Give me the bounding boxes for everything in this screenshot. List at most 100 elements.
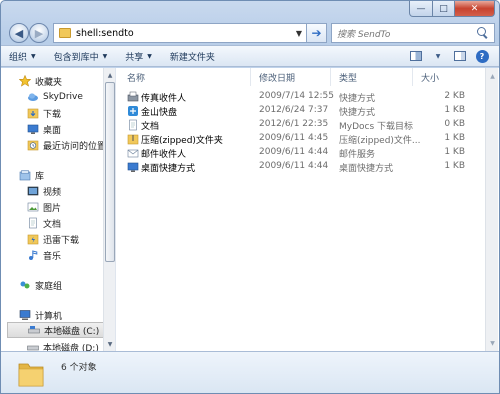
file-row[interactable]: 文档 2012/6/1 22:35 MyDocs 下载目标 0 KB xyxy=(119,118,481,132)
scroll-down-icon[interactable]: ▼ xyxy=(486,337,499,349)
file-row[interactable]: 金山快盘 2012/6/24 7:37 快捷方式 1 KB xyxy=(119,104,481,118)
file-date: 2009/7/14 12:55 xyxy=(259,91,334,101)
file-row[interactable]: 传真收件人 2009/7/14 12:55 快捷方式 2 KB xyxy=(119,90,481,104)
organize-menu[interactable]: 组织 ▼ xyxy=(9,50,36,63)
command-bar: 组织 ▼ 包含到库中 ▼ 共享 ▼ 新建文件夹 ▼ ? xyxy=(1,45,499,67)
nav-label: 文档 xyxy=(43,219,62,230)
nav-videos[interactable]: 视频 xyxy=(1,183,61,199)
nav-pictures[interactable]: 图片 xyxy=(1,199,61,215)
nav-recent-places[interactable]: 最近访问的位置 xyxy=(1,137,106,153)
search-icon[interactable] xyxy=(476,26,490,40)
nav-desktop[interactable]: 桌面 xyxy=(1,121,61,137)
preview-pane-button[interactable] xyxy=(451,48,469,64)
nav-computer[interactable]: 计算机 xyxy=(1,307,62,323)
close-button[interactable]: ✕ xyxy=(455,1,495,17)
nav-label: 最近访问的位置 xyxy=(43,141,107,152)
homegroup-icon xyxy=(20,281,30,289)
include-in-library-menu[interactable]: 包含到库中 ▼ xyxy=(54,50,108,63)
homegroup-label: 家庭组 xyxy=(35,281,63,292)
nav-label: 音乐 xyxy=(43,251,62,262)
column-label: 类型 xyxy=(339,73,358,84)
drive-icon xyxy=(27,345,39,351)
view-dropdown-button[interactable]: ▼ xyxy=(429,48,447,64)
nav-downloads[interactable]: 下载 xyxy=(1,105,61,121)
chevron-down-icon: ▼ xyxy=(147,52,152,60)
scrollbar-thumb[interactable] xyxy=(105,82,115,262)
file-list-scrollbar[interactable]: ▲ ▼ xyxy=(485,68,498,351)
document-icon xyxy=(129,119,137,131)
search-box[interactable]: 搜索 SendTo xyxy=(331,23,495,43)
nav-label: SkyDrive xyxy=(43,92,83,102)
nav-libraries[interactable]: 库 xyxy=(1,167,44,183)
new-folder-button[interactable]: 新建文件夹 xyxy=(170,50,215,63)
search-input[interactable]: 搜索 SendTo xyxy=(337,27,476,40)
file-type: 快捷方式 xyxy=(339,108,376,118)
file-date: 2009/6/11 4:44 xyxy=(259,161,329,171)
file-type: 快捷方式 xyxy=(339,94,376,104)
file-row[interactable]: 压缩(zipped)文件夹 2009/6/11 4:45 压缩(zipped)文… xyxy=(119,132,481,146)
address-dropdown-icon[interactable]: ▼ xyxy=(292,29,306,38)
share-menu[interactable]: 共享 ▼ xyxy=(125,50,152,63)
file-size: 0 KB xyxy=(444,119,465,129)
file-name: 邮件收件人 xyxy=(141,150,187,160)
file-type: 压缩(zipped)文件... xyxy=(339,136,421,146)
file-row[interactable]: 桌面快捷方式 2009/6/11 4:44 桌面快捷方式 1 KB xyxy=(119,160,481,174)
nav-label: 视频 xyxy=(43,187,62,198)
nav-homegroup[interactable]: 家庭组 xyxy=(1,277,62,293)
thunder-download-icon xyxy=(27,234,39,245)
file-date: 2009/6/11 4:45 xyxy=(259,133,329,143)
back-button[interactable]: ◀ xyxy=(9,23,29,43)
downloads-folder-icon xyxy=(27,108,39,119)
music-icon xyxy=(29,250,38,260)
maximize-icon: □ xyxy=(439,3,448,14)
libraries-label: 库 xyxy=(35,171,45,182)
recent-places-icon xyxy=(27,140,39,151)
nav-thunder-downloads[interactable]: 迅雷下载 xyxy=(1,231,79,247)
go-button[interactable]: ➔ xyxy=(307,23,327,43)
pictures-icon xyxy=(27,202,39,212)
nav-drive-c[interactable]: 本地磁盘 (C:) xyxy=(7,322,111,338)
nav-favorites[interactable]: 收藏夹 xyxy=(1,73,62,89)
computer-icon xyxy=(19,310,31,320)
change-view-button[interactable] xyxy=(407,48,425,64)
skydrive-icon xyxy=(28,93,38,101)
file-size: 1 KB xyxy=(444,105,465,115)
minimize-button[interactable]: — xyxy=(409,1,433,17)
star-icon xyxy=(19,75,31,87)
help-button[interactable]: ? xyxy=(473,48,491,64)
scroll-up-icon[interactable]: ▲ xyxy=(486,70,499,82)
file-date: 2012/6/1 22:35 xyxy=(259,119,329,129)
file-name: 金山快盘 xyxy=(141,108,178,118)
address-bar[interactable]: shell:sendto ▼ xyxy=(53,23,307,43)
zip-folder-icon xyxy=(127,134,139,145)
help-icon: ? xyxy=(475,49,489,63)
nav-skydrive[interactable]: SkyDrive xyxy=(1,89,83,105)
column-header-date[interactable]: 修改日期 xyxy=(251,68,331,86)
column-header-size[interactable]: 大小 xyxy=(413,68,481,86)
file-date: 2009/6/11 4:44 xyxy=(259,147,329,157)
file-date: 2012/6/24 7:37 xyxy=(259,105,329,115)
chevron-down-icon: ▼ xyxy=(31,52,36,60)
back-arrow-icon: ◀ xyxy=(14,26,24,40)
file-size: 2 KB xyxy=(444,91,465,101)
column-label: 名称 xyxy=(127,73,146,84)
file-name: 传真收件人 xyxy=(141,94,187,104)
file-row[interactable]: 邮件收件人 2009/6/11 4:44 邮件服务 1 KB xyxy=(119,146,481,160)
explorer-window: — □ ✕ ◀ ▶ shell:sendto ▼ ➔ 搜索 SendTo 组织 … xyxy=(0,0,500,394)
maximize-button[interactable]: □ xyxy=(433,1,455,17)
nav-documents[interactable]: 文档 xyxy=(1,215,61,231)
close-icon: ✕ xyxy=(470,3,479,14)
column-label: 修改日期 xyxy=(259,73,296,84)
include-in-library-label: 包含到库中 xyxy=(53,52,99,63)
column-header-name[interactable]: 名称 xyxy=(119,68,251,86)
file-size: 1 KB xyxy=(444,161,465,171)
nav-drive-d[interactable]: 本地磁盘 (D:) xyxy=(1,339,99,351)
address-text[interactable]: shell:sendto xyxy=(76,28,292,39)
preview-pane-icon xyxy=(454,51,466,61)
favorites-label: 收藏夹 xyxy=(35,77,63,88)
nav-music[interactable]: 音乐 xyxy=(1,247,61,263)
nav-label: 迅雷下载 xyxy=(43,235,80,246)
forward-button[interactable]: ▶ xyxy=(29,23,49,43)
column-header-type[interactable]: 类型 xyxy=(331,68,413,86)
navigation-scrollbar[interactable]: ▲ ▼ xyxy=(103,68,115,351)
